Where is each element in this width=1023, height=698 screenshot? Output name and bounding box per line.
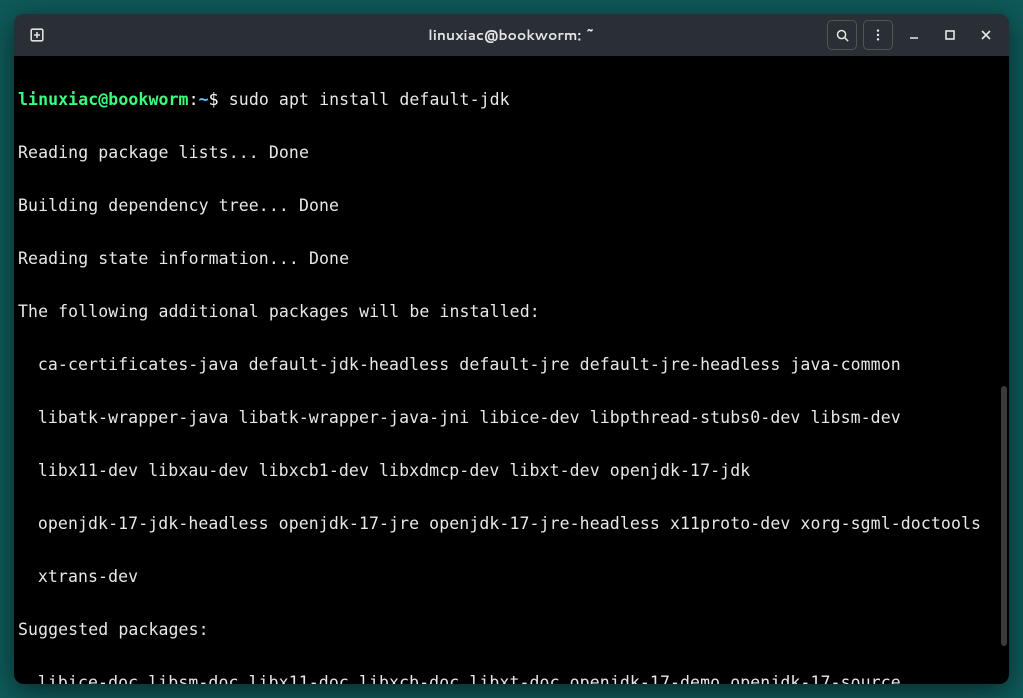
prompt-userhost: linuxiac@bookworm	[18, 90, 189, 109]
scrollbar-thumb[interactable]	[1001, 386, 1007, 646]
terminal-window: linuxiac@bookworm: ~	[14, 14, 1009, 684]
terminal-output[interactable]: linuxiac@bookworm:~$ sudo apt install de…	[14, 56, 1009, 684]
out-line: The following additional packages will b…	[18, 299, 1005, 326]
pkg-line: libx11-dev libxau-dev libxcb1-dev libxdm…	[18, 458, 1005, 485]
search-button[interactable]	[827, 20, 857, 50]
terminal-body[interactable]: linuxiac@bookworm:~$ sudo apt install de…	[14, 56, 1009, 684]
new-tab-button[interactable]	[22, 20, 52, 50]
prompt-dollar: $	[209, 90, 219, 109]
prompt-colon: :	[189, 90, 199, 109]
pkg-line: ca-certificates-java default-jdk-headles…	[18, 352, 1005, 379]
pkg-line: xtrans-dev	[18, 564, 1005, 591]
typed-command: sudo apt install default-jdk	[229, 90, 510, 109]
maximize-button[interactable]	[935, 20, 965, 50]
pkg-line: libatk-wrapper-java libatk-wrapper-java-…	[18, 405, 1005, 432]
out-line: Reading state information... Done	[18, 246, 1005, 273]
pkg-line: libice-doc libsm-doc libx11-doc libxcb-d…	[18, 670, 1005, 685]
pkg-line: openjdk-17-jdk-headless openjdk-17-jre o…	[18, 511, 1005, 538]
prompt-cwd: ~	[199, 90, 209, 109]
out-line: Suggested packages:	[18, 617, 1005, 644]
hamburger-menu-button[interactable]	[863, 20, 893, 50]
out-line: Building dependency tree... Done	[18, 193, 1005, 220]
titlebar: linuxiac@bookworm: ~	[14, 14, 1009, 56]
close-button[interactable]	[971, 20, 1001, 50]
out-line: Reading package lists... Done	[18, 140, 1005, 167]
minimize-button[interactable]	[899, 20, 929, 50]
